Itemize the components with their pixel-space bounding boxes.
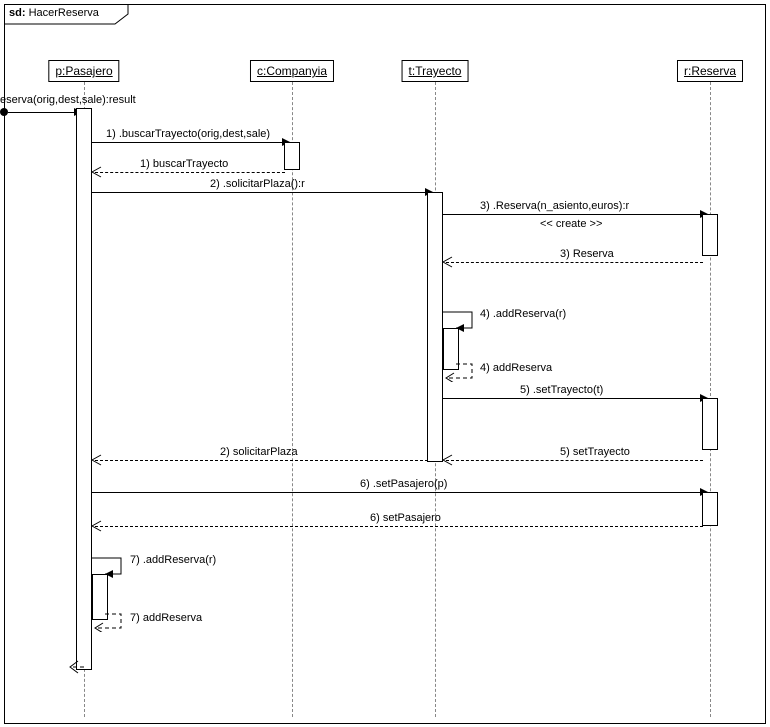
msg-5-ret-arrow [442,454,454,466]
msg-2-ret-text: 2) solicitarPlaza [220,446,298,458]
msg-3-call-text: 3) .Reserva(n_asiento,euros):r [480,200,629,212]
activation-companyia-1 [284,142,300,170]
msg-4-self-ret [442,360,480,382]
msg-1-ret-line [95,172,285,173]
sd-prefix: sd: [9,7,26,19]
msg-4-ret-text: 4) addReserva [480,362,552,374]
msg-3-ret-text: 3) Reserva [560,248,614,260]
msg-3-stereotype: << create >> [540,218,602,230]
msg-6-ret-line [95,526,703,527]
msg-3-ret-line [446,262,703,263]
msg-7-call-text: 7) .addReserva(r) [130,554,216,566]
activation-reserva-3 [702,214,718,256]
sd-frame-label: sd: HacerReserva [9,7,99,19]
msg-1-call-line [91,142,284,143]
msg-3-call-line [442,214,702,215]
sd-title: HacerReserva [29,7,99,19]
msg-5-call-line [442,398,702,399]
activation-trayecto-2 [427,192,443,462]
lifeline-head-trayecto: t:Trayecto [402,60,469,82]
found-gate [0,108,8,116]
msg-6-call-text: 6) .setPasajero(p) [360,478,447,490]
msg-1-ret-text: 1) buscarTrayecto [140,158,228,170]
msg-7-self-ret [91,610,129,632]
msg-6-ret-arrow [91,520,103,532]
msg-7-ret-text: 7) addReserva [130,612,202,624]
msg-2-ret-line [95,460,428,461]
lifeline-head-reserva: r:Reserva [677,60,743,82]
msg-5-call-text: 5) .setTrayecto(t) [520,384,603,396]
msg-6-ret-text: 6) setPasajero [370,512,441,524]
msg-1-ret-arrow [91,166,103,178]
msg-found-line [8,112,76,113]
msg-3-ret-arrow [442,256,454,268]
lifeline-head-pasajero: p:Pasajero [48,60,119,82]
msg-5-ret-text: 5) setTrayecto [560,446,630,458]
activation-reserva-6 [702,492,718,526]
msg-2-call-text: 2) .solicitarPlaza():r [210,178,305,190]
msg-2-call-line [91,192,427,193]
msg-2-ret-arrow [91,454,103,466]
lifeline-head-companyia: c:Companyia [250,60,334,82]
activation-pasajero [76,108,92,670]
msg-6-call-line [91,492,702,493]
found-return-arrow [68,660,86,674]
msg-4-call-text: 4) .addReserva(r) [480,308,566,320]
msg-5-ret-line [446,460,703,461]
msg-1-call-text: 1) .buscarTrayecto(orig,dest,sale) [106,128,270,140]
msg-found-text: eserva(orig,dest,sale):result [0,94,136,106]
sequence-diagram: sd: HacerReserva p:Pasajero c:Companyia … [0,0,770,727]
activation-reserva-5 [702,398,718,450]
